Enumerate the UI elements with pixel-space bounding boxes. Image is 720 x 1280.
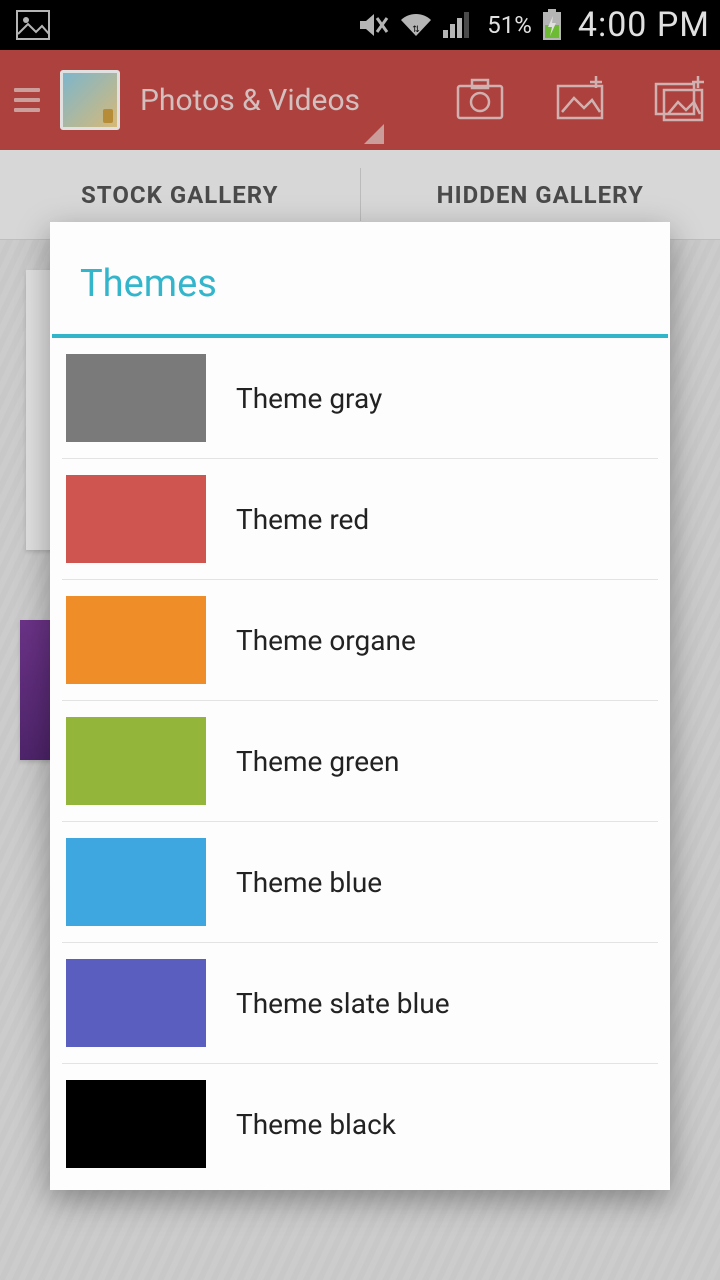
theme-label: Theme blue (236, 866, 382, 899)
theme-label: Theme organe (236, 624, 416, 657)
theme-swatch (66, 717, 206, 805)
theme-swatch (66, 475, 206, 563)
theme-label: Theme gray (236, 382, 382, 415)
themes-dialog: Themes Theme gray Theme red Theme organe… (50, 222, 670, 1190)
theme-swatch (66, 354, 206, 442)
theme-label: Theme green (236, 745, 399, 778)
theme-swatch (66, 838, 206, 926)
theme-option-slate-blue[interactable]: Theme slate blue (62, 943, 658, 1064)
theme-list: Theme gray Theme red Theme organe Theme … (50, 338, 670, 1184)
theme-option-green[interactable]: Theme green (62, 701, 658, 822)
theme-swatch (66, 596, 206, 684)
theme-option-gray[interactable]: Theme gray (62, 338, 658, 459)
theme-label: Theme red (236, 503, 369, 536)
theme-option-red[interactable]: Theme red (62, 459, 658, 580)
theme-swatch (66, 959, 206, 1047)
theme-label: Theme black (236, 1108, 396, 1141)
theme-label: Theme slate blue (236, 987, 450, 1020)
theme-option-black[interactable]: Theme black (62, 1064, 658, 1184)
theme-swatch (66, 1080, 206, 1168)
dialog-title: Themes (50, 222, 670, 334)
theme-option-blue[interactable]: Theme blue (62, 822, 658, 943)
theme-option-orange[interactable]: Theme organe (62, 580, 658, 701)
